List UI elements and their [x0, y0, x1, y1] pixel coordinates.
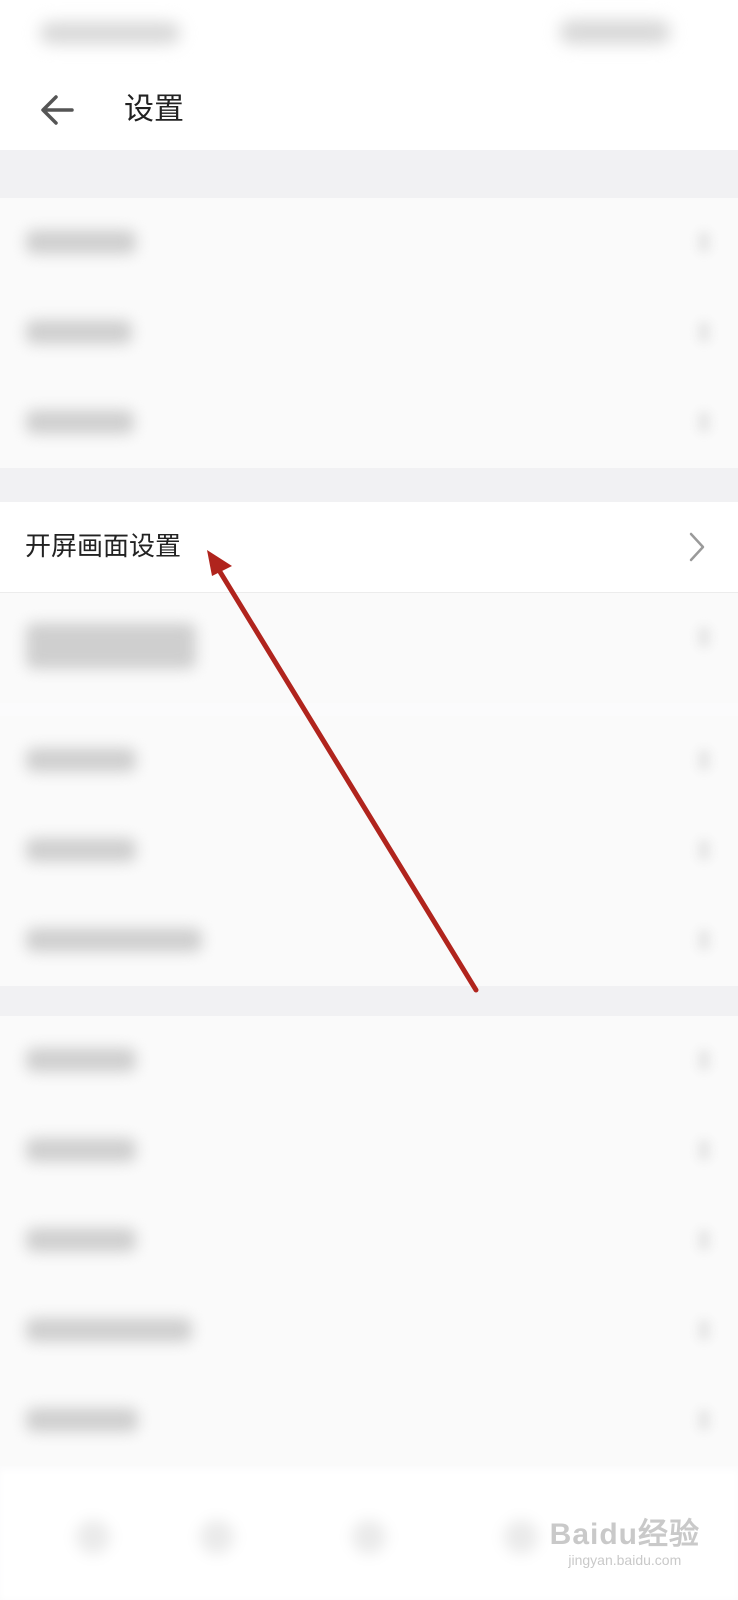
section-divider — [0, 468, 738, 502]
chevron-right-icon — [698, 232, 710, 252]
chevron-right-icon — [698, 1050, 710, 1070]
status-bar-left-blur — [40, 22, 180, 44]
blurred-label — [26, 320, 132, 344]
section-divider — [0, 150, 738, 198]
blurred-label — [26, 1408, 138, 1432]
blurred-label — [26, 838, 136, 862]
settings-item-blurred[interactable] — [0, 1106, 738, 1196]
watermark-logo: Baidu经验 — [549, 1518, 700, 1551]
settings-item-blurred[interactable] — [0, 288, 738, 378]
status-bar — [0, 0, 738, 72]
chevron-right-icon — [698, 322, 710, 342]
settings-item-blurred[interactable] — [0, 593, 738, 703]
status-bar-right-blur — [560, 20, 670, 44]
nav-tab-icon[interactable] — [352, 1520, 386, 1554]
settings-item-blurred[interactable] — [0, 1016, 738, 1106]
chevron-right-icon — [689, 532, 705, 562]
settings-screen: 设置 开屏画面设置 Baidu经验 jingyan.baidu.com — [0, 0, 738, 1600]
blurred-label — [26, 623, 196, 669]
chevron-right-icon — [698, 1230, 710, 1250]
blurred-label — [26, 1318, 192, 1342]
nav-tab-icon[interactable] — [200, 1520, 234, 1554]
chevron-right-icon — [698, 930, 710, 950]
section-divider — [0, 986, 738, 1016]
chevron-right-icon — [698, 1140, 710, 1160]
arrow-left-icon[interactable] — [36, 88, 80, 132]
baidu-jingyan-watermark: Baidu经验 jingyan.baidu.com — [550, 1518, 700, 1568]
blurred-label — [26, 410, 134, 434]
splash-screen-settings-label: 开屏画面设置 — [25, 532, 182, 562]
settings-item-blurred[interactable] — [0, 1376, 738, 1466]
settings-item-blurred[interactable] — [0, 1286, 738, 1376]
chevron-right-icon — [698, 412, 710, 432]
settings-item-blurred[interactable] — [0, 198, 738, 288]
nav-tab-icon[interactable] — [76, 1520, 110, 1554]
blurred-label — [26, 230, 136, 254]
blurred-label — [26, 1138, 136, 1162]
chevron-right-icon — [698, 750, 710, 770]
nav-tab-icon[interactable] — [504, 1520, 538, 1554]
blurred-label — [26, 928, 202, 952]
settings-item-blurred[interactable] — [0, 806, 738, 896]
chevron-right-icon — [698, 1320, 710, 1340]
settings-item-blurred[interactable] — [0, 896, 738, 986]
watermark-url: jingyan.baidu.com — [568, 1552, 682, 1568]
blurred-label — [26, 1228, 136, 1252]
page-title: 设置 — [124, 92, 184, 127]
splash-screen-settings-item[interactable]: 开屏画面设置 — [0, 502, 738, 593]
chevron-right-icon — [698, 627, 710, 647]
settings-item-blurred[interactable] — [0, 1196, 738, 1286]
settings-item-blurred[interactable] — [0, 716, 738, 806]
blurred-label — [26, 748, 136, 772]
chevron-right-icon — [698, 1410, 710, 1430]
blurred-label — [26, 1048, 136, 1072]
settings-item-blurred[interactable] — [0, 378, 738, 468]
chevron-right-icon — [698, 840, 710, 860]
app-header: 设置 — [0, 72, 738, 150]
